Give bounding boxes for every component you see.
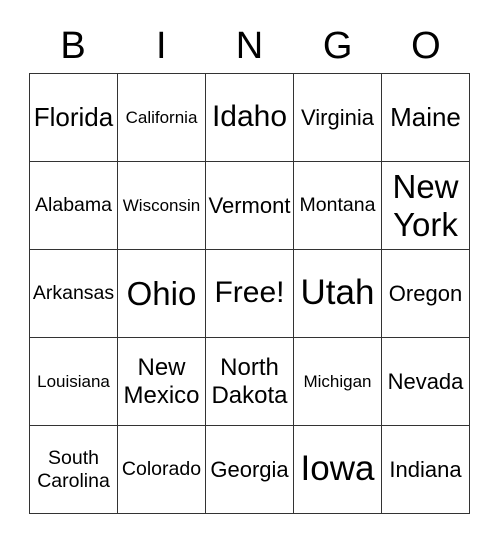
- bingo-cell[interactable]: Indiana: [382, 426, 470, 514]
- bingo-cell[interactable]: California: [118, 74, 206, 162]
- bingo-cell-label: South Carolina: [37, 447, 110, 492]
- bingo-cell-label: Montana: [299, 194, 376, 217]
- bingo-cell-label: Vermont: [208, 192, 291, 218]
- bingo-cell[interactable]: Michigan: [294, 338, 382, 426]
- bingo-cell-label: Iowa: [300, 449, 375, 489]
- bingo-cell[interactable]: New York: [382, 162, 470, 250]
- bingo-cell[interactable]: Vermont: [206, 162, 294, 250]
- bingo-cell[interactable]: Montana: [294, 162, 382, 250]
- bingo-cell[interactable]: Alabama: [30, 162, 118, 250]
- bingo-cell[interactable]: Virginia: [294, 74, 382, 162]
- free-space-cell[interactable]: Free!: [206, 250, 294, 338]
- bingo-cell[interactable]: Iowa: [294, 426, 382, 514]
- bingo-cell[interactable]: North Dakota: [206, 338, 294, 426]
- bingo-cell[interactable]: Arkansas: [30, 250, 118, 338]
- bingo-cell-label: Oregon: [388, 280, 463, 306]
- bingo-cell[interactable]: Maine: [382, 74, 470, 162]
- bingo-cell-label: Georgia: [210, 456, 289, 482]
- bingo-cell[interactable]: Oregon: [382, 250, 470, 338]
- bingo-cell-label: New York: [392, 167, 459, 243]
- bingo-cell-label: Indiana: [389, 456, 462, 482]
- bingo-cell-label: Ohio: [126, 274, 197, 312]
- bingo-cell[interactable]: Louisiana: [30, 338, 118, 426]
- bingo-cell[interactable]: Wisconsin: [118, 162, 206, 250]
- bingo-cell-label: Colorado: [121, 458, 202, 481]
- header-letter-i: I: [156, 25, 167, 67]
- bingo-cell[interactable]: Nevada: [382, 338, 470, 426]
- bingo-header: B I N G O: [29, 22, 470, 70]
- bingo-cell[interactable]: Colorado: [118, 426, 206, 514]
- bingo-cell-label: Maine: [390, 101, 461, 132]
- bingo-cell-label: Florida: [33, 101, 114, 132]
- bingo-cell-label: Utah: [300, 273, 375, 313]
- header-letter-o: O: [411, 25, 441, 67]
- bingo-cell-label: Idaho: [211, 100, 288, 134]
- bingo-cell-label: Wisconsin: [122, 195, 201, 215]
- bingo-card-grid: Florida California Idaho Virginia Maine Alaba…: [29, 73, 470, 514]
- header-letter-n: N: [235, 25, 264, 67]
- bingo-cell-label: Arkansas: [32, 282, 115, 305]
- bingo-cell-label: North Dakota: [211, 353, 288, 409]
- bingo-cell[interactable]: New Mexico: [118, 338, 206, 426]
- bingo-cell[interactable]: Idaho: [206, 74, 294, 162]
- header-letter-g: G: [322, 25, 353, 67]
- bingo-cell[interactable]: South Carolina: [30, 426, 118, 514]
- bingo-cell-label: Free!: [214, 276, 285, 310]
- bingo-cell-label: Nevada: [387, 368, 464, 394]
- bingo-cell-label: Michigan: [303, 371, 372, 391]
- bingo-cell[interactable]: Utah: [294, 250, 382, 338]
- bingo-cell-label: California: [125, 107, 198, 127]
- bingo-cell[interactable]: Ohio: [118, 250, 206, 338]
- header-letter-b: B: [60, 25, 86, 67]
- bingo-cell-label: New Mexico: [123, 353, 200, 409]
- bingo-cell-label: Alabama: [35, 194, 112, 217]
- bingo-cell-label: Louisiana: [37, 371, 110, 391]
- bingo-cell[interactable]: Georgia: [206, 426, 294, 514]
- bingo-cell[interactable]: Florida: [30, 74, 118, 162]
- bingo-cell-label: Virginia: [301, 104, 374, 130]
